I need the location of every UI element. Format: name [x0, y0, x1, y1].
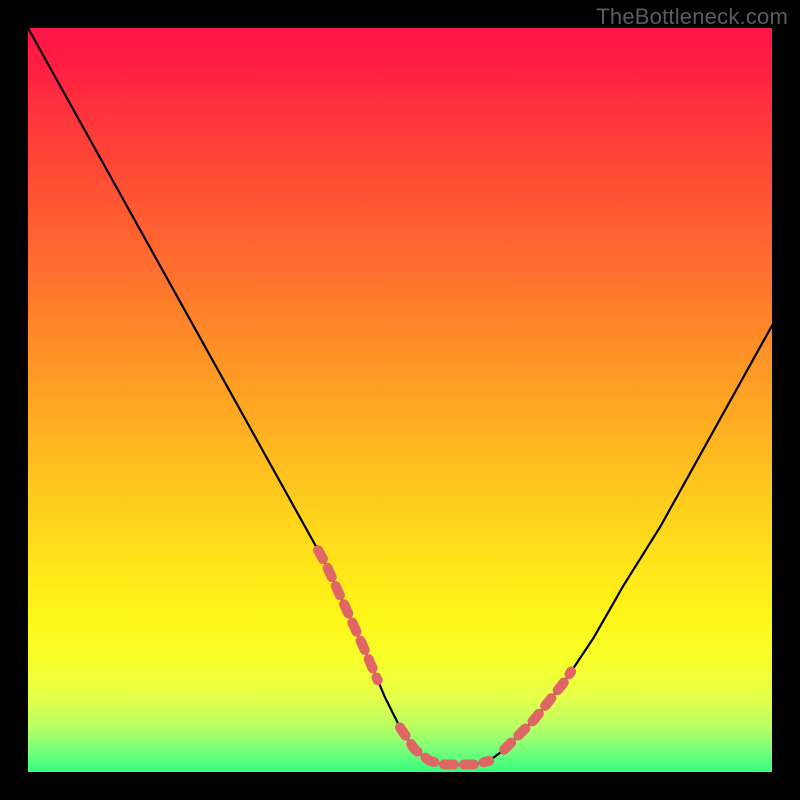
bottleneck-curve	[28, 28, 772, 765]
bottom-highlight	[400, 727, 489, 764]
chart-svg	[28, 28, 772, 772]
chart-frame: TheBottleneck.com	[0, 0, 800, 800]
right-highlight	[504, 672, 571, 750]
watermark-text: TheBottleneck.com	[596, 4, 788, 30]
highlight-markers	[318, 550, 571, 764]
left-highlight	[318, 550, 378, 680]
chart-plot-area	[28, 28, 772, 772]
